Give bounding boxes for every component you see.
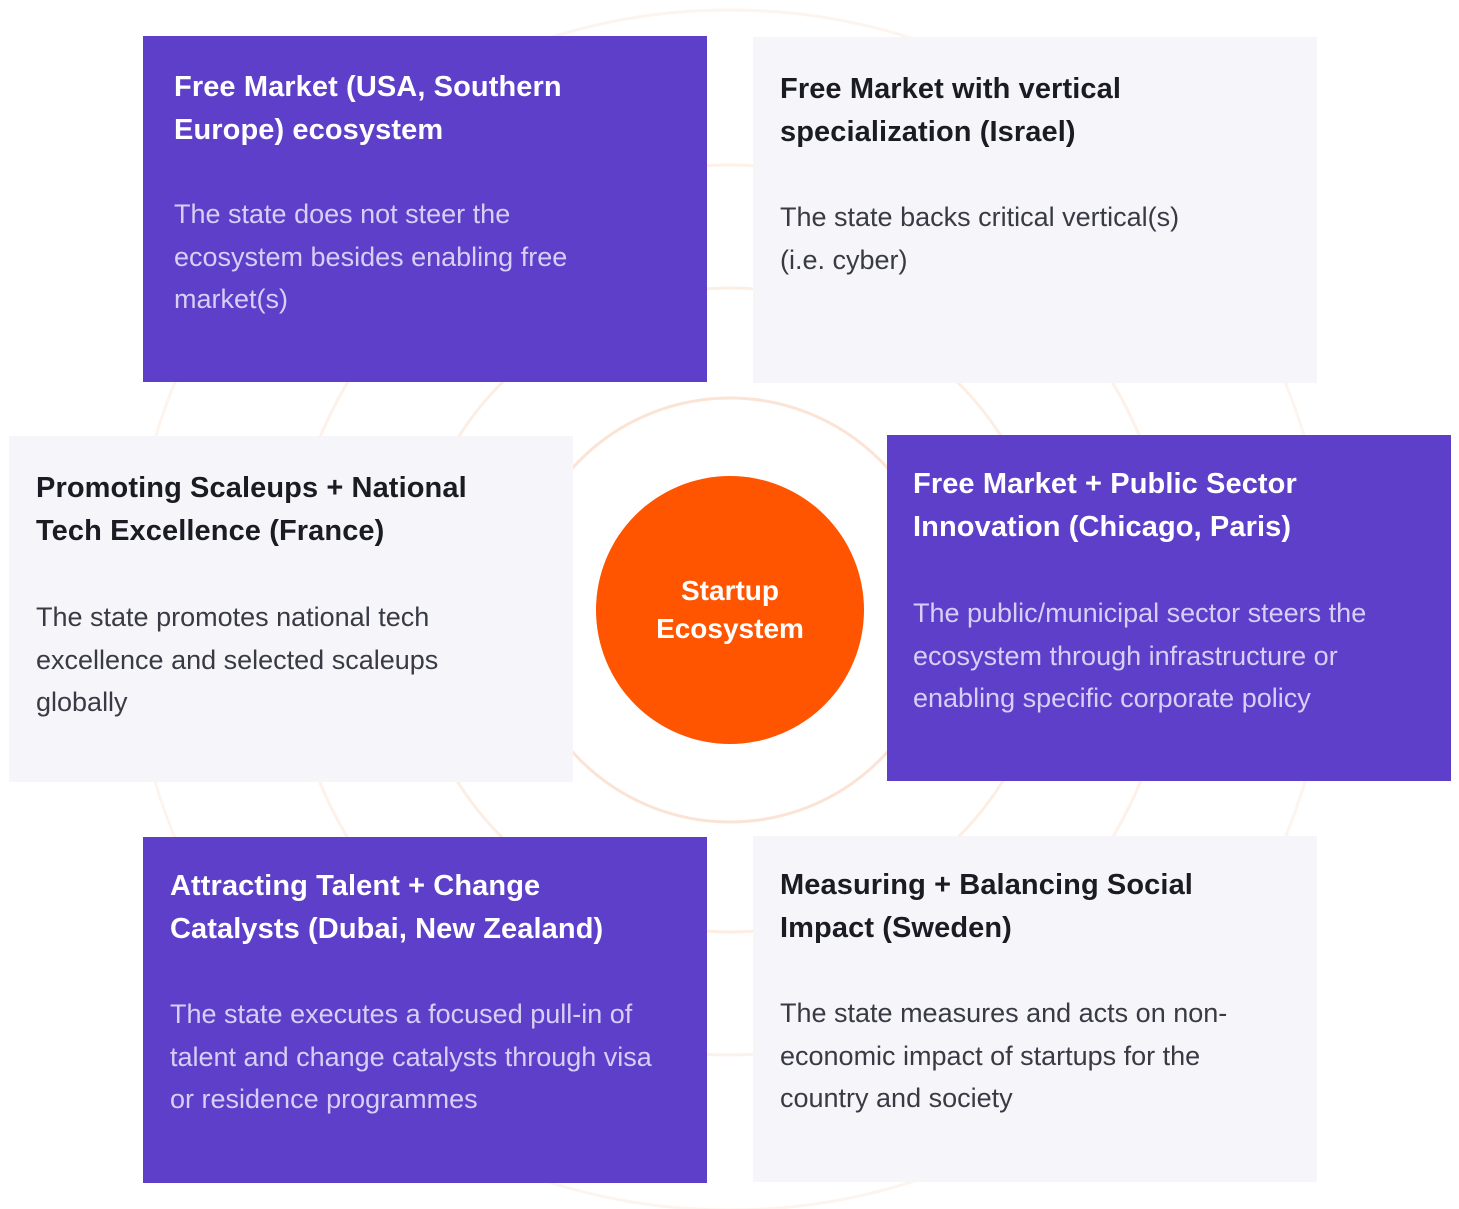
card-description: The state promotes national tech excelle… (36, 602, 439, 717)
card-title: Free Market (USA, Southern Europe) ecosy… (174, 71, 562, 146)
card-title: Promoting Scaleups + National Tech Excel… (36, 472, 467, 547)
center-circle-startup-ecosystem: Startup Ecosystem (596, 476, 864, 744)
card-title: Free Market + Public Sector Innovation (… (913, 468, 1297, 543)
card-title: Measuring + Balancing Social Impact (Swe… (780, 869, 1193, 944)
card-description: The state measures and acts on non-econo… (780, 998, 1228, 1113)
card-description: The state does not steer the ecosystem b… (174, 199, 568, 314)
card-measuring-balancing-social-impact: Measuring + Balancing Social Impact (Swe… (753, 836, 1317, 1182)
card-title: Free Market with vertical specialization… (780, 73, 1121, 148)
card-title: Attracting Talent + Change Catalysts (Du… (170, 870, 604, 945)
center-label: Startup Ecosystem (656, 575, 804, 644)
card-free-market-public-sector-innovation: Free Market + Public Sector Innovation (… (887, 435, 1451, 781)
card-promoting-scaleups-france: Promoting Scaleups + National Tech Excel… (9, 436, 573, 782)
card-description: The state backs critical vertical(s) (i.… (780, 202, 1180, 275)
card-description: The state executes a focused pull-in of … (170, 999, 652, 1114)
card-description: The public/municipal sector steers the e… (913, 598, 1367, 713)
card-attracting-talent-change-catalysts: Attracting Talent + Change Catalysts (Du… (143, 837, 707, 1183)
card-free-market-usa-southern-europe: Free Market (USA, Southern Europe) ecosy… (143, 36, 707, 382)
card-free-market-vertical-specialization-israel: Free Market with vertical specialization… (753, 37, 1317, 383)
